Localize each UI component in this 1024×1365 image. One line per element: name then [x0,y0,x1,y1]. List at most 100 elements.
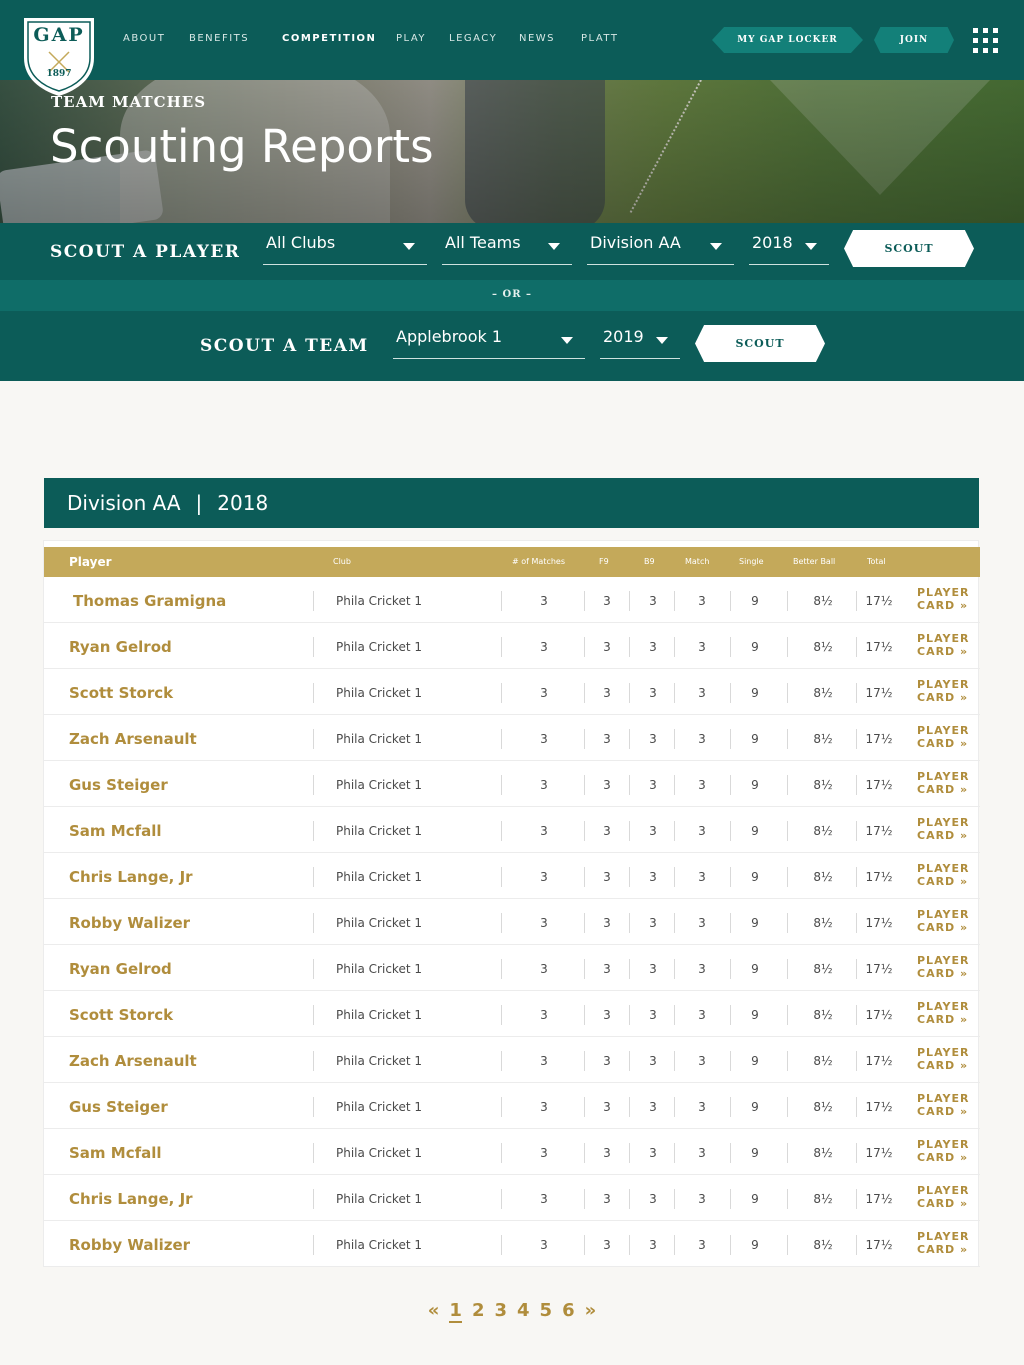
stat-better-ball: 8½ [813,1100,833,1114]
gap-logo[interactable]: GAP 1897 [22,16,96,96]
column-divider [730,683,731,703]
stat-single: 9 [751,1192,759,1206]
pagination-prev[interactable]: « [428,1300,440,1321]
player-card-link[interactable]: PLAYER CARD » [917,1184,969,1210]
player-card-link[interactable]: PLAYER CARD » [917,770,969,796]
player-name[interactable]: Scott Storck [69,684,173,702]
nav-item-legacy[interactable]: LEGACY [449,33,497,44]
stat-f9: 3 [603,916,611,930]
division-header: Division AA | 2018 [44,478,979,528]
my-gap-locker-button[interactable]: MY GAP LOCKER [712,27,863,53]
pagination-next[interactable]: » [585,1300,597,1321]
applebrook-team-select[interactable]: Applebrook 1 [393,317,585,359]
player-card-link-line2: CARD » [917,967,969,980]
nav-item-about[interactable]: ABOUT [123,33,165,44]
scout-player-button[interactable]: SCOUT [844,230,974,267]
column-divider [313,821,314,841]
column-divider [856,821,857,841]
club-select[interactable]: All Clubs [263,223,427,265]
column-divider [856,959,857,979]
stat-f9: 3 [603,778,611,792]
stat-matches: 3 [540,1192,548,1206]
team-select[interactable]: All Teams [442,223,572,265]
player-card-link[interactable]: PLAYER CARD » [917,908,969,934]
player-card-link[interactable]: PLAYER CARD » [917,1230,969,1256]
column-divider [674,1143,675,1163]
column-divider [674,959,675,979]
player-name[interactable]: Scott Storck [69,1006,173,1024]
player-club: Phila Cricket 1 [336,1054,422,1068]
player-name[interactable]: Robby Walizer [69,914,190,932]
player-card-link[interactable]: PLAYER CARD » [917,632,969,658]
join-button[interactable]: JOIN [874,27,954,53]
table-row: Ryan Gelrod Phila Cricket 1 3 3 3 3 9 8½ 17½ PLAY… [44,945,980,991]
player-name[interactable]: Sam Mcfall [69,822,162,840]
player-name[interactable]: Zach Arsenault [69,1052,197,1070]
player-card-link[interactable]: PLAYER CARD » [917,724,969,750]
stat-matches: 3 [540,778,548,792]
player-stats-table: Player Club # of Matches F9 B9 Match Sin… [43,540,980,1267]
stat-better-ball: 8½ [813,916,833,930]
scout-team-button[interactable]: SCOUT [695,325,825,362]
player-card-link-line1: PLAYER [917,954,970,967]
header-matches: # of Matches [512,557,565,566]
stat-match: 3 [698,916,706,930]
column-divider [674,867,675,887]
player-name[interactable]: Gus Steiger [69,1098,168,1116]
player-name[interactable]: Gus Steiger [69,776,168,794]
pagination-page-3[interactable]: 3 [494,1300,507,1321]
player-name[interactable]: Thomas Gramigna [73,592,226,610]
column-divider [730,913,731,933]
column-divider [313,913,314,933]
player-card-link-line2: CARD » [917,1151,969,1164]
player-name[interactable]: Chris Lange, Jr [69,868,193,886]
player-name[interactable]: Sam Mcfall [69,1144,162,1162]
player-card-link[interactable]: PLAYER CARD » [917,816,969,842]
column-divider [787,729,788,749]
stat-single: 9 [751,1054,759,1068]
pagination-page-5[interactable]: 5 [540,1300,553,1321]
column-divider [501,1235,502,1255]
player-name[interactable]: Robby Walizer [69,1236,190,1254]
nav-item-platt[interactable]: PLATT [581,33,618,44]
division-year: 2018 [217,491,269,515]
nav-item-benefits[interactable]: BENEFITS [189,33,249,44]
column-divider [856,1143,857,1163]
player-card-link[interactable]: PLAYER CARD » [917,586,969,612]
player-card-link[interactable]: PLAYER CARD » [917,1092,969,1118]
pagination-page-6[interactable]: 6 [562,1300,575,1321]
nav-item-news[interactable]: NEWS [519,33,555,44]
stat-match: 3 [698,1146,706,1160]
player-card-link[interactable]: PLAYER CARD » [917,1046,969,1072]
column-divider [629,637,630,657]
player-card-link[interactable]: PLAYER CARD » [917,862,969,888]
stat-match: 3 [698,640,706,654]
caret-down-icon [805,243,817,250]
player-name[interactable]: Zach Arsenault [69,730,197,748]
player-card-link[interactable]: PLAYER CARD » [917,954,969,980]
team-year-select[interactable]: 2019 [600,317,680,359]
column-divider [501,1097,502,1117]
stat-b9: 3 [649,1008,657,1022]
stat-f9: 3 [603,824,611,838]
column-divider [674,637,675,657]
player-card-link[interactable]: PLAYER CARD » [917,1138,969,1164]
player-year-select[interactable]: 2018 [749,223,829,265]
nav-item-competition[interactable]: COMPETITION [282,33,376,44]
pagination-page-2[interactable]: 2 [472,1300,485,1321]
player-name[interactable]: Ryan Gelrod [69,638,172,656]
club-select-value: All Clubs [266,233,336,252]
stat-b9: 3 [649,1238,657,1252]
player-card-link[interactable]: PLAYER CARD » [917,1000,969,1026]
grid-menu-icon[interactable] [973,28,998,53]
division-select[interactable]: Division AA [587,223,734,265]
pagination-page-4[interactable]: 4 [517,1300,530,1321]
nav-item-play[interactable]: PLAY [396,33,426,44]
player-card-link[interactable]: PLAYER CARD » [917,678,969,704]
stat-f9: 3 [603,1192,611,1206]
player-name[interactable]: Chris Lange, Jr [69,1190,193,1208]
column-divider [787,591,788,611]
player-name[interactable]: Ryan Gelrod [69,960,172,978]
pagination-page-1[interactable]: 1 [449,1300,462,1323]
stat-total: 17½ [865,1100,893,1114]
